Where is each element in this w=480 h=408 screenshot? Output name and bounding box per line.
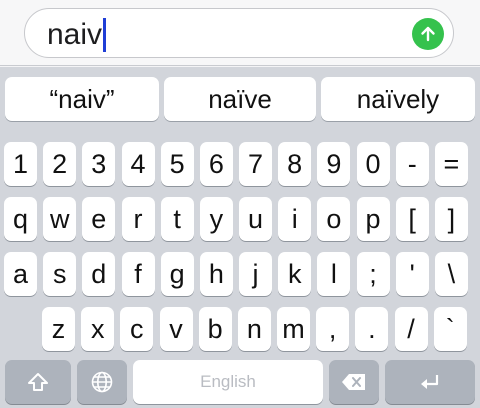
text-caret — [103, 18, 107, 52]
key[interactable]: 6 — [199, 142, 233, 186]
key[interactable]: o — [317, 197, 351, 241]
key[interactable]: ` — [433, 307, 467, 351]
message-input[interactable]: naiv — [24, 8, 454, 58]
keyboard: “naiv” naïve naïvely 1 2 3 4 5 6 7 8 9 0- = q w e r t y u… — [0, 67, 480, 408]
key[interactable]: a — [4, 252, 37, 296]
key[interactable]: 8 — [278, 142, 312, 186]
key[interactable]: 2 — [43, 142, 77, 186]
key[interactable]: d — [82, 252, 116, 296]
key[interactable]: = — [434, 142, 468, 186]
key[interactable]: z — [42, 307, 75, 351]
key[interactable]: r — [121, 197, 155, 241]
key[interactable]: e — [82, 197, 116, 241]
key[interactable]: c — [120, 307, 154, 351]
globe-icon — [91, 371, 113, 393]
arrow-up-icon — [421, 26, 435, 42]
key[interactable]: j — [239, 252, 272, 296]
suggestion-naively[interactable]: naïvely — [321, 77, 475, 121]
shift-key[interactable] — [5, 360, 71, 404]
key[interactable]: b — [198, 307, 232, 351]
key[interactable]: 0 — [356, 142, 390, 186]
key[interactable]: x — [81, 307, 115, 351]
key[interactable]: p — [356, 197, 390, 241]
key[interactable]: k — [278, 252, 312, 296]
space-bar[interactable]: English — [133, 360, 323, 404]
key[interactable]: 5 — [160, 142, 194, 186]
key[interactable]: 3 — [82, 142, 116, 186]
return-key[interactable] — [385, 360, 475, 404]
shift-icon — [28, 373, 48, 391]
key[interactable]: \ — [434, 252, 468, 296]
key[interactable]: w — [43, 197, 77, 241]
key[interactable]: - — [395, 142, 429, 186]
key[interactable]: 1 — [4, 142, 37, 186]
return-icon — [421, 375, 439, 389]
key[interactable]: m — [277, 307, 310, 351]
text-entry-bar: naiv — [0, 0, 480, 66]
key[interactable]: s — [43, 252, 77, 296]
key[interactable]: 4 — [121, 142, 155, 186]
key[interactable]: g — [160, 252, 194, 296]
key[interactable]: ' — [395, 252, 429, 296]
key[interactable]: i — [278, 197, 312, 241]
key[interactable]: q — [4, 197, 37, 241]
message-input-text: naiv — [47, 18, 107, 52]
key[interactable]: 7 — [239, 142, 272, 186]
key[interactable]: y — [199, 197, 233, 241]
suggestion-naive[interactable]: naïve — [164, 77, 316, 121]
key[interactable]: ] — [434, 197, 468, 241]
suggestion-literal[interactable]: “naiv” — [5, 77, 159, 121]
key[interactable]: , — [316, 307, 350, 351]
key[interactable]: f — [121, 252, 155, 296]
key[interactable]: n — [237, 307, 271, 351]
key[interactable]: h — [199, 252, 233, 296]
delete-key[interactable] — [329, 360, 379, 404]
key[interactable]: 9 — [317, 142, 351, 186]
key[interactable]: . — [355, 307, 389, 351]
key[interactable]: v — [159, 307, 193, 351]
globe-key[interactable] — [77, 360, 127, 404]
key[interactable]: l — [317, 252, 351, 296]
backspace-icon — [342, 374, 365, 390]
key[interactable]: ; — [356, 252, 390, 296]
send-button[interactable] — [412, 18, 444, 50]
input-value: naiv — [47, 18, 103, 51]
key[interactable]: / — [394, 307, 428, 351]
key[interactable]: [ — [395, 197, 429, 241]
key[interactable]: u — [239, 197, 272, 241]
key[interactable]: t — [160, 197, 194, 241]
